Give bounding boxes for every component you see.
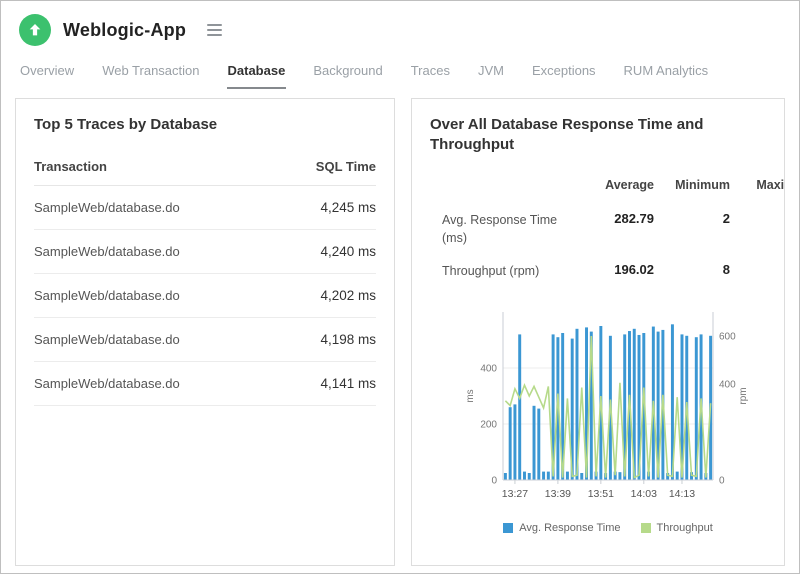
content-area: Top 5 Traces by Database Transaction SQL… <box>1 89 799 566</box>
svg-text:0: 0 <box>719 475 725 486</box>
top-traces-title: Top 5 Traces by Database <box>34 115 376 135</box>
svg-text:13:51: 13:51 <box>588 488 614 500</box>
svg-text:14:03: 14:03 <box>631 488 657 500</box>
svg-text:0: 0 <box>491 475 497 486</box>
stat-maximum: 706 <box>730 255 785 288</box>
overall-db-title: Over All Database Response Time and Thro… <box>430 115 760 156</box>
stat-average: 282.79 <box>570 204 654 256</box>
chart-legend: Avg. Response Time Throughput <box>503 522 713 534</box>
tab-overview[interactable]: Overview <box>19 63 75 89</box>
trace-sql-time: 4,202 ms <box>276 274 376 318</box>
stat-minimum: 8 <box>654 255 730 288</box>
table-row[interactable]: SampleWeb/database.do 4,141 ms <box>34 362 376 406</box>
hamburger-menu-icon[interactable] <box>204 21 225 39</box>
stats-row-throughput: Throughput (rpm) 196.02 8 706 <box>442 255 785 288</box>
svg-text:400: 400 <box>480 363 497 374</box>
stats-row-response-time: Avg. Response Time (ms) 282.79 2 556 <box>442 204 785 256</box>
trace-transaction[interactable]: SampleWeb/database.do <box>34 362 276 406</box>
stat-maximum: 556 <box>730 204 785 256</box>
traces-table: Transaction SQL Time SampleWeb/database.… <box>34 147 376 406</box>
legend-label: Throughput <box>657 522 713 534</box>
arrow-up-icon <box>27 22 43 38</box>
column-header-transaction: Transaction <box>34 147 276 186</box>
app-status-icon <box>19 14 51 46</box>
tab-bar: Overview Web Transaction Database Backgr… <box>1 63 799 89</box>
trace-sql-time: 4,198 ms <box>276 318 376 362</box>
svg-text:200: 200 <box>480 419 497 430</box>
trace-transaction[interactable]: SampleWeb/database.do <box>34 274 276 318</box>
stats-header-average: Average <box>570 174 654 204</box>
tab-exceptions[interactable]: Exceptions <box>531 63 597 89</box>
trace-sql-time: 4,245 ms <box>276 186 376 230</box>
table-row[interactable]: SampleWeb/database.do 4,240 ms <box>34 230 376 274</box>
svg-text:rpm: rpm <box>738 387 749 404</box>
tab-jvm[interactable]: JVM <box>477 63 505 89</box>
overall-db-panel: Over All Database Response Time and Thro… <box>411 98 785 566</box>
db-stats-table: Average Minimum Maximum Avg. Response Ti… <box>442 174 785 288</box>
trace-transaction[interactable]: SampleWeb/database.do <box>34 186 276 230</box>
svg-text:13:39: 13:39 <box>545 488 571 500</box>
svg-text:600: 600 <box>719 331 736 342</box>
svg-text:13:27: 13:27 <box>502 488 528 500</box>
svg-text:400: 400 <box>719 379 736 390</box>
tab-database[interactable]: Database <box>227 63 287 89</box>
stats-header-minimum: Minimum <box>654 174 730 204</box>
legend-item-throughput[interactable]: Throughput <box>641 522 713 534</box>
legend-swatch-blue <box>503 523 513 533</box>
svg-text:ms: ms <box>465 389 476 402</box>
column-header-sql-time: SQL Time <box>276 147 376 186</box>
legend-label: Avg. Response Time <box>519 522 620 534</box>
app-header: Weblogic-App <box>1 1 799 46</box>
stats-header-maximum: Maximum <box>730 174 785 204</box>
top-traces-panel: Top 5 Traces by Database Transaction SQL… <box>15 98 395 566</box>
trace-transaction[interactable]: SampleWeb/database.do <box>34 318 276 362</box>
stat-average: 196.02 <box>570 255 654 288</box>
stat-label: Avg. Response Time (ms) <box>442 204 570 256</box>
svg-text:14:13: 14:13 <box>669 488 695 500</box>
tab-background[interactable]: Background <box>312 63 383 89</box>
stat-label: Throughput (rpm) <box>442 255 570 288</box>
table-row[interactable]: SampleWeb/database.do 4,245 ms <box>34 186 376 230</box>
trace-transaction[interactable]: SampleWeb/database.do <box>34 230 276 274</box>
table-row[interactable]: SampleWeb/database.do 4,202 ms <box>34 274 376 318</box>
chart-container: 0 200 400 0 400 600 13:27 13:39 13:51 14:03 14:13 m… <box>430 302 785 534</box>
trace-sql-time: 4,141 ms <box>276 362 376 406</box>
table-row[interactable]: SampleWeb/database.do 4,198 ms <box>34 318 376 362</box>
tab-rum-analytics[interactable]: RUM Analytics <box>623 63 710 89</box>
stat-minimum: 2 <box>654 204 730 256</box>
page-title: Weblogic-App <box>63 20 186 41</box>
tab-web-transaction[interactable]: Web Transaction <box>101 63 200 89</box>
legend-item-response-time[interactable]: Avg. Response Time <box>503 522 620 534</box>
monitor-app-window: Weblogic-App Overview Web Transaction Da… <box>0 0 800 574</box>
tab-traces[interactable]: Traces <box>410 63 451 89</box>
trace-sql-time: 4,240 ms <box>276 230 376 274</box>
legend-swatch-green <box>641 523 651 533</box>
response-throughput-chart: 0 200 400 0 400 600 13:27 13:39 13:51 14:03 14:13 m… <box>461 302 755 508</box>
